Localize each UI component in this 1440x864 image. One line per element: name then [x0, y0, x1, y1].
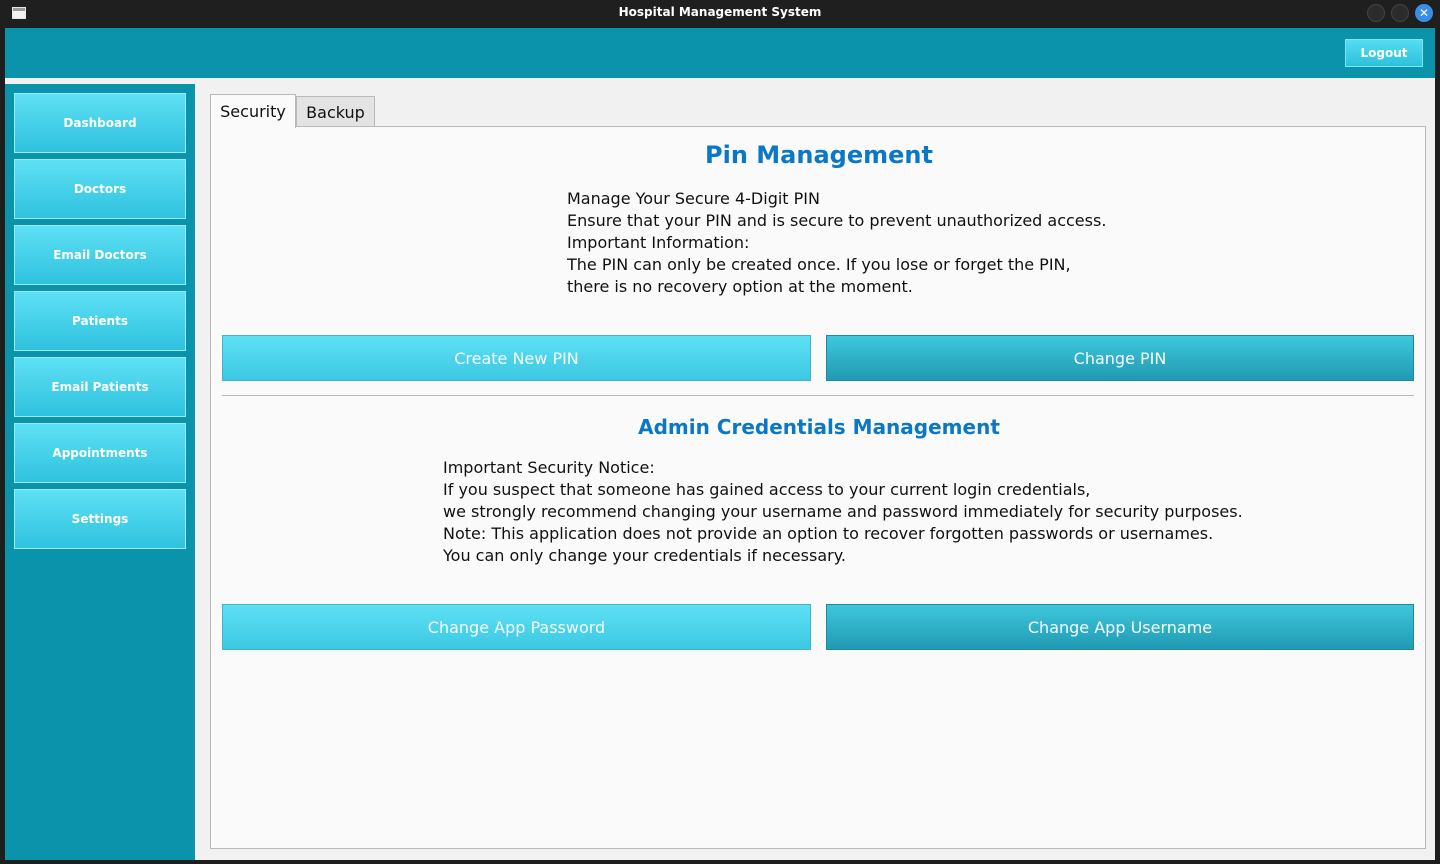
minimize-button[interactable]	[1367, 4, 1385, 22]
admin-info-line: Important Security Notice:	[443, 458, 655, 477]
close-icon[interactable]: ✕	[1415, 4, 1433, 22]
pin-info-line: there is no recovery option at the momen…	[567, 277, 913, 296]
pin-management-title: Pin Management	[705, 141, 933, 169]
pin-info-line: Important Information:	[567, 233, 750, 252]
maximize-button[interactable]	[1391, 4, 1409, 22]
logout-button[interactable]: Logout	[1345, 39, 1423, 67]
change-pin-button[interactable]: Change PIN	[826, 335, 1414, 381]
admin-info-text: Important Security Notice: If you suspec…	[443, 457, 1243, 567]
tab-backup[interactable]: Backup	[296, 96, 375, 127]
sidebar-item-appointments[interactable]: Appointments	[14, 423, 186, 483]
sidebar-item-email-doctors[interactable]: Email Doctors	[14, 225, 186, 285]
admin-credentials-title: Admin Credentials Management	[638, 415, 1000, 439]
sidebar-item-settings[interactable]: Settings	[14, 489, 186, 549]
change-app-password-button[interactable]: Change App Password	[222, 604, 811, 650]
sidebar-item-patients[interactable]: Patients	[14, 291, 186, 351]
change-app-username-button[interactable]: Change App Username	[826, 604, 1414, 650]
admin-info-line: If you suspect that someone has gained a…	[443, 480, 1091, 499]
pin-info-text: Manage Your Secure 4-Digit PIN Ensure th…	[567, 188, 1106, 298]
app-window: Logout Dashboard Doctors Email Doctors P…	[5, 28, 1435, 860]
create-new-pin-button[interactable]: Create New PIN	[222, 335, 811, 381]
admin-info-line: You can only change your credentials if …	[443, 546, 846, 565]
pin-info-line: Ensure that your PIN and is secure to pr…	[567, 211, 1107, 230]
window-title: Hospital Management System	[618, 5, 822, 19]
admin-info-line: we strongly recommend changing your user…	[443, 502, 1243, 521]
pin-info-line: Manage Your Secure 4-Digit PIN	[567, 189, 820, 208]
security-panel: Pin Management Manage Your Secure 4-Digi…	[210, 126, 1426, 849]
sidebar-item-email-patients[interactable]: Email Patients	[14, 357, 186, 417]
tab-security[interactable]: Security	[210, 94, 296, 128]
sidebar-item-dashboard[interactable]: Dashboard	[14, 93, 186, 153]
section-divider	[222, 395, 1414, 396]
app-header: Logout	[5, 28, 1435, 78]
window-title-bar: Hospital Management System ✕	[0, 0, 1440, 26]
sidebar-item-doctors[interactable]: Doctors	[14, 159, 186, 219]
sidebar: Dashboard Doctors Email Doctors Patients…	[5, 84, 195, 860]
admin-info-line: Note: This application does not provide …	[443, 524, 1214, 543]
pin-info-line: The PIN can only be created once. If you…	[567, 255, 1071, 274]
